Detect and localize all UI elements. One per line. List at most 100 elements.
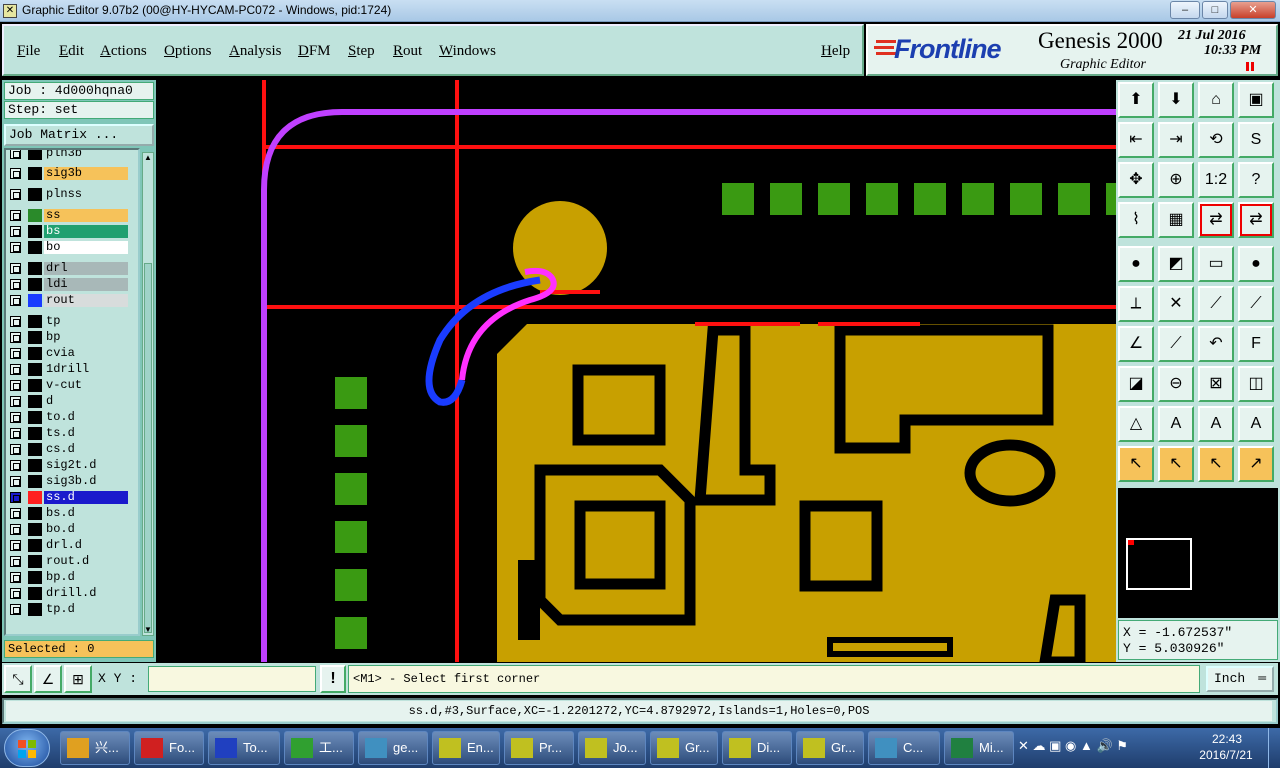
line-icon[interactable]: ⟋ <box>1198 286 1234 322</box>
layer-row-ldi[interactable]: ldi <box>6 277 138 292</box>
minimize-button[interactable]: – <box>1170 1 1200 19</box>
layer-color-swatch[interactable] <box>28 363 42 376</box>
layer-row-d[interactable]: d <box>6 394 138 409</box>
layer-checkbox[interactable] <box>10 492 21 503</box>
layer-name[interactable]: bo <box>44 241 128 254</box>
pan-left-icon[interactable]: ⇤ <box>1118 122 1154 158</box>
arc-icon[interactable]: ↶ <box>1198 326 1234 362</box>
scroll-up-icon[interactable]: ▲ <box>143 153 153 163</box>
taskbar-item[interactable]: Mi... <box>944 731 1014 765</box>
shapes-icon[interactable]: ◫ <box>1238 366 1274 402</box>
taskbar-item[interactable]: En... <box>432 731 500 765</box>
text-b-icon[interactable]: A <box>1198 406 1234 442</box>
close-button[interactable]: ✕ <box>1230 1 1276 19</box>
taskbar-item[interactable]: Di... <box>722 731 792 765</box>
layer-checkbox[interactable] <box>10 348 21 359</box>
layer-row-sig3b-d[interactable]: sig3b.d <box>6 474 138 489</box>
grid-snap-icon[interactable]: ⊞ <box>64 665 92 693</box>
layer-checkbox[interactable] <box>10 396 21 407</box>
layer-checkbox[interactable] <box>10 242 21 253</box>
layer-row-rout-d[interactable]: rout.d <box>6 554 138 569</box>
layer-name[interactable]: rout.d <box>44 555 128 568</box>
layer-checkbox[interactable] <box>10 295 21 306</box>
undo-zoom-icon[interactable]: ⟲ <box>1198 122 1234 158</box>
layer-name[interactable]: tp.d <box>44 603 128 616</box>
pad-icon[interactable]: ● <box>1118 246 1154 282</box>
frame-icon[interactable]: ⊠ <box>1198 366 1234 402</box>
layer-color-swatch[interactable] <box>28 188 42 201</box>
layer-row-drill-d[interactable]: drill.d <box>6 586 138 601</box>
layer-row-1drill[interactable]: 1drill <box>6 362 138 377</box>
menu-rout[interactable]: Rout <box>393 43 422 60</box>
layer-color-swatch[interactable] <box>28 411 42 424</box>
menu-help[interactable]: Help <box>821 43 850 60</box>
layer-row-sig2t-d[interactable]: sig2t.d <box>6 458 138 473</box>
layer-color-swatch[interactable] <box>28 395 42 408</box>
clock-date[interactable]: 2016/7/21 <box>1186 748 1266 762</box>
layer-row-tp-d[interactable]: tp.d <box>6 602 138 617</box>
zoom-corner-icon[interactable]: ⤡ <box>4 665 32 693</box>
layer-name[interactable]: drl <box>44 262 128 275</box>
layer-row-cs-d[interactable]: cs.d <box>6 442 138 457</box>
select-box-icon[interactable]: ◪ <box>1118 366 1154 402</box>
layer-name[interactable]: bp.d <box>44 571 128 584</box>
layer-row-rout[interactable]: rout <box>6 293 138 308</box>
layer-checkbox[interactable] <box>10 588 21 599</box>
layer-color-swatch[interactable] <box>28 294 42 307</box>
taskbar-item[interactable]: 兴... <box>60 731 130 765</box>
round-pad-icon[interactable]: ● <box>1238 246 1274 282</box>
menu-dfm[interactable]: DFM <box>298 43 331 60</box>
layer-scrollbar[interactable]: ▲ ▼ <box>142 152 154 636</box>
layer-row-bs[interactable]: bs <box>6 224 138 239</box>
layer-checkbox[interactable] <box>10 279 21 290</box>
layer-row-v-cut[interactable]: v-cut <box>6 378 138 393</box>
layer-name[interactable]: drill.d <box>44 587 128 600</box>
layer-checkbox[interactable] <box>10 332 21 343</box>
layer-color-swatch[interactable] <box>28 491 42 504</box>
layer-row-bo[interactable]: bo <box>6 240 138 255</box>
layer-row-bp[interactable]: bp <box>6 330 138 345</box>
fit-icon[interactable]: ▣ <box>1238 82 1274 118</box>
grid-icon[interactable]: ▦ <box>1158 202 1194 238</box>
layer-checkbox[interactable] <box>10 556 21 567</box>
layer-color-swatch[interactable] <box>28 523 42 536</box>
layer-color-swatch[interactable] <box>28 331 42 344</box>
layer-checkbox[interactable] <box>10 189 21 200</box>
triangle-icon[interactable]: △ <box>1118 406 1154 442</box>
layer-name[interactable]: plnss <box>44 188 128 201</box>
taskbar-item[interactable]: To... <box>208 731 280 765</box>
layer-color-swatch[interactable] <box>28 443 42 456</box>
layer-name[interactable]: v-cut <box>44 379 128 392</box>
connect-icon[interactable]: ⇄ <box>1198 202 1234 238</box>
layer-checkbox[interactable] <box>10 476 21 487</box>
scroll-down-icon[interactable]: ▼ <box>143 625 153 635</box>
taskbar-item[interactable]: Pr... <box>504 731 574 765</box>
start-button[interactable] <box>4 729 50 767</box>
layer-row-ss-d[interactable]: ss.d <box>6 490 138 505</box>
alert-icon[interactable]: ! <box>320 665 346 693</box>
layer-row-bp-d[interactable]: bp.d <box>6 570 138 585</box>
maximize-button[interactable]: □ <box>1202 1 1228 19</box>
layer-checkbox[interactable] <box>10 412 21 423</box>
layer-checkbox[interactable] <box>10 444 21 455</box>
layer-name[interactable]: bp <box>44 331 128 344</box>
layer-color-swatch[interactable] <box>28 347 42 360</box>
layer-color-swatch[interactable] <box>28 278 42 291</box>
layer-checkbox[interactable] <box>10 364 21 375</box>
layer-name[interactable]: cvia <box>44 347 128 360</box>
ruler-icon[interactable]: ▭ <box>1198 246 1234 282</box>
taskbar-item[interactable]: Gr... <box>650 731 718 765</box>
layer-name[interactable]: 1drill <box>44 363 128 376</box>
layer-name[interactable]: to.d <box>44 411 128 424</box>
layer-color-swatch[interactable] <box>28 150 42 160</box>
import-icon[interactable]: ⬆ <box>1118 82 1154 118</box>
layer-checkbox[interactable] <box>10 210 21 221</box>
layer-checkbox[interactable] <box>10 508 21 519</box>
layer-color-swatch[interactable] <box>28 571 42 584</box>
layer-row-bs-d[interactable]: bs.d <box>6 506 138 521</box>
layer-name[interactable]: ts.d <box>44 427 128 440</box>
taskbar-item[interactable]: Jo... <box>578 731 646 765</box>
layer-row-cvia[interactable]: cvia <box>6 346 138 361</box>
job-matrix-button[interactable]: Job Matrix ... <box>4 124 154 146</box>
layer-name[interactable]: cs.d <box>44 443 128 456</box>
